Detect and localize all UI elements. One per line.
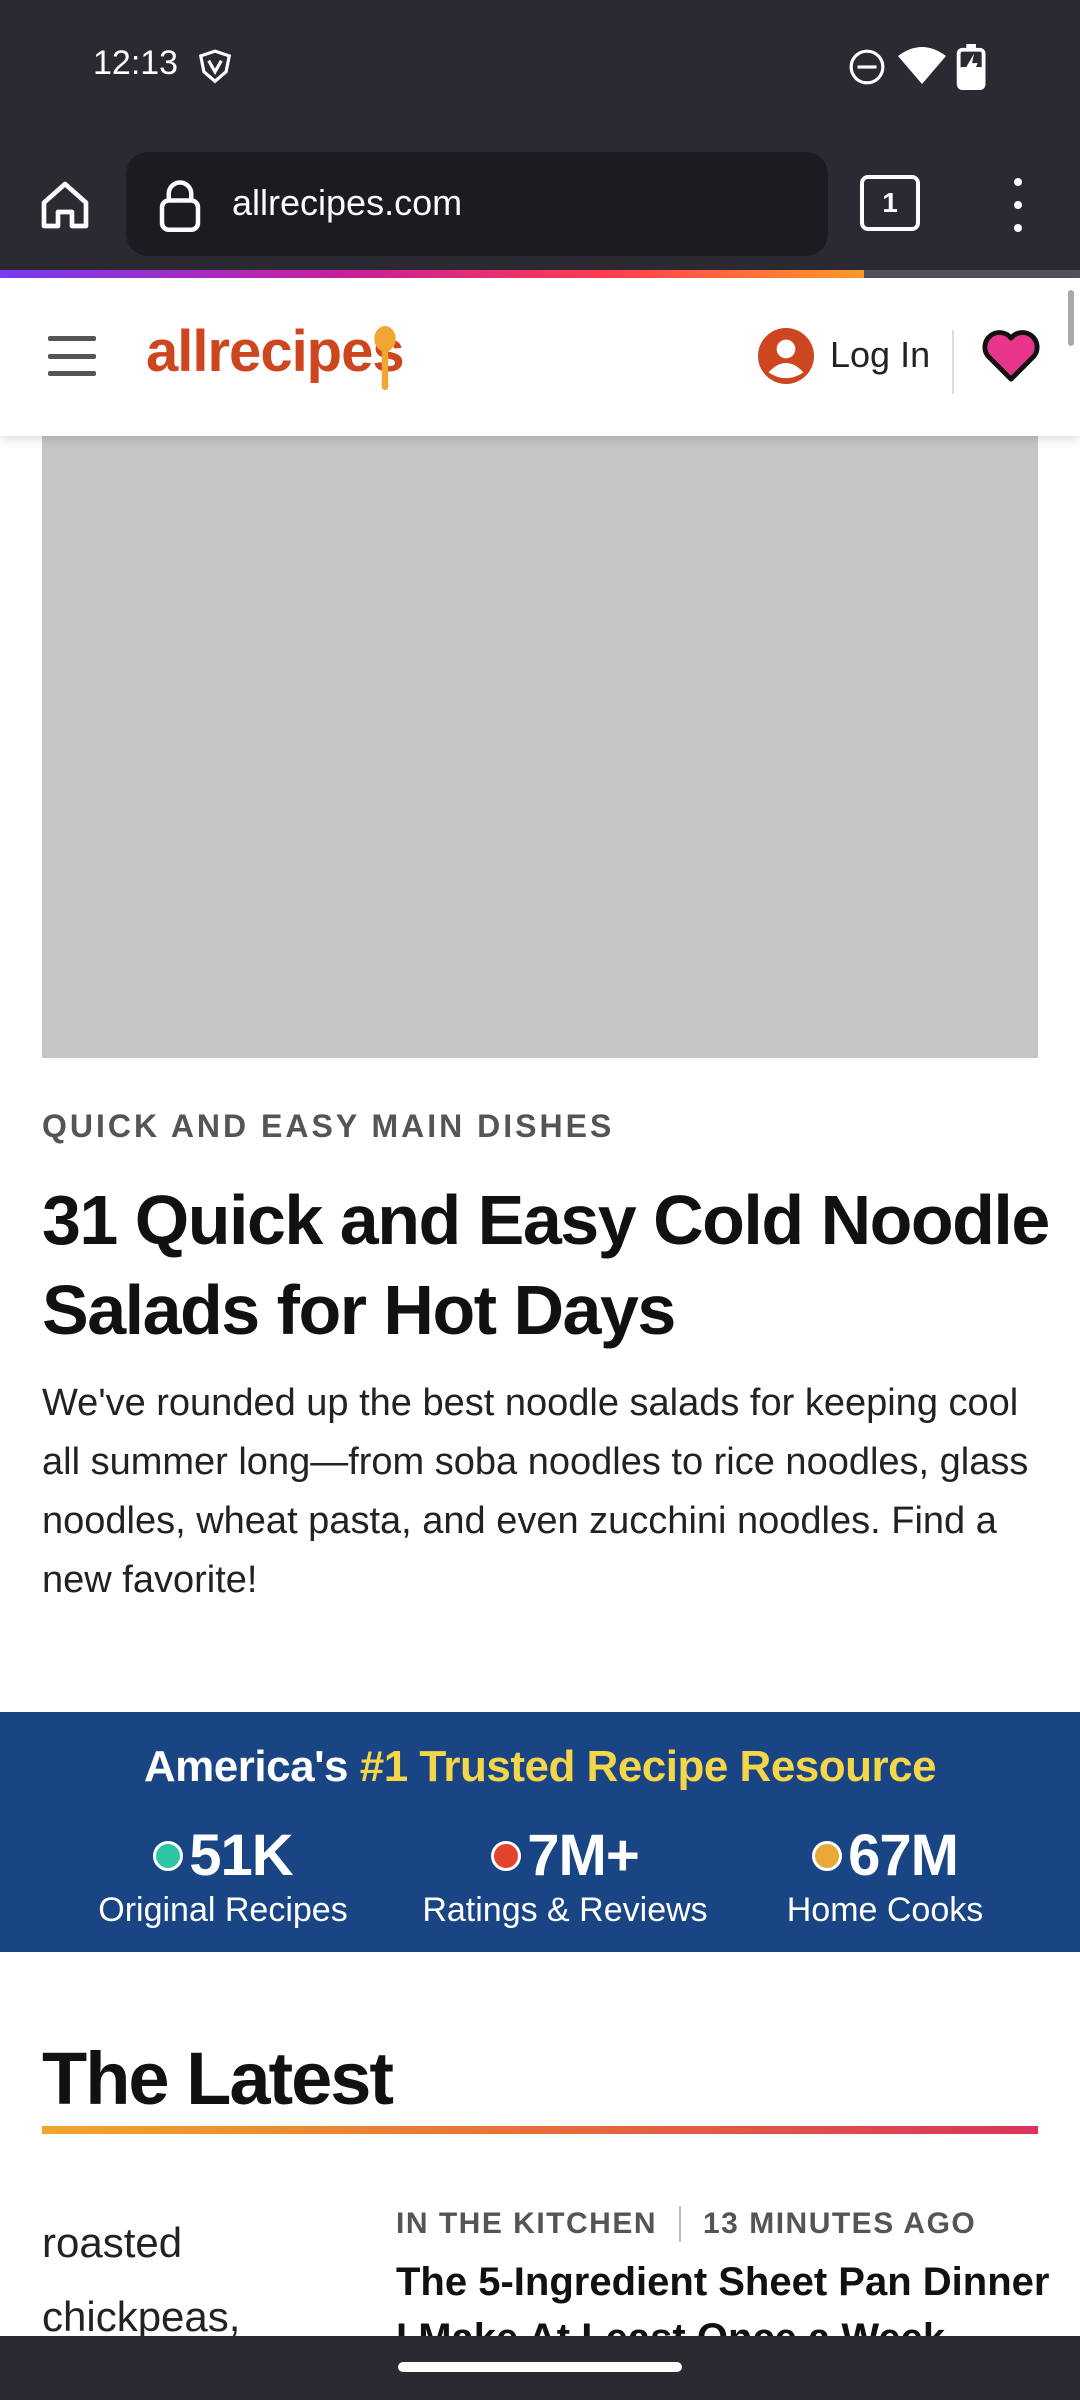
stat-label: Home Cooks [786, 1891, 984, 1929]
stat-value: 7M+ [527, 1823, 639, 1888]
vpn-icon [198, 49, 232, 84]
hero-image-placeholder [42, 436, 1038, 1058]
spoon-icon [374, 326, 396, 390]
stat-original-recipes: 51K Original Recipes [60, 1822, 386, 1930]
menu-dot [1014, 224, 1022, 232]
home-icon [41, 181, 89, 229]
stat-label: Ratings & Reviews [422, 1891, 708, 1929]
stat-label: Original Recipes [98, 1891, 348, 1929]
latest-section-rule [42, 2126, 1038, 2134]
tabs-button[interactable]: 1 [860, 175, 920, 231]
browser-toolbar: allrecipes.com 1 [0, 140, 1080, 278]
scroll-indicator [1068, 290, 1074, 346]
user-avatar-icon[interactable] [758, 328, 814, 384]
trust-banner-title: America's #1 Trusted Recipe Resource [0, 1742, 1080, 1792]
hamburger-line [48, 336, 96, 341]
home-button[interactable] [30, 170, 100, 240]
site-logo[interactable]: allrecipes [146, 318, 405, 385]
menu-dot [1014, 201, 1022, 209]
lock-icon [159, 180, 201, 232]
card-excerpt: roasted chickpeas, [42, 2219, 241, 2340]
card-meta: IN THE KITCHEN 13 MINUTES AGO [396, 2206, 976, 2242]
login-link[interactable]: Log In [830, 334, 930, 376]
page-load-progress [0, 270, 1080, 278]
article-category-link[interactable]: QUICK AND EASY MAIN DISHES [42, 1108, 614, 1145]
article-title: 31 Quick and Easy Cold Noodle Salads for… [42, 1181, 1050, 1349]
header-divider [952, 330, 954, 394]
hamburger-line [48, 371, 96, 376]
do-not-disturb-icon [849, 49, 885, 85]
trust-title-plain: America's [143, 1742, 349, 1791]
progress-fill [0, 270, 864, 278]
url-text[interactable]: allrecipes.com [232, 182, 462, 224]
address-bar[interactable]: allrecipes.com [126, 152, 828, 256]
tab-count: 1 [860, 175, 920, 231]
menu-dot [1014, 178, 1022, 186]
card-category[interactable]: IN THE KITCHEN [396, 2207, 657, 2241]
gesture-nav-bar [0, 2336, 1080, 2400]
status-bar: 12:13 [0, 0, 1080, 140]
meta-separator [679, 2206, 681, 2242]
battery-charging-icon [956, 44, 986, 90]
card-time-ago: 13 MINUTES AGO [703, 2207, 977, 2240]
hamburger-line [48, 353, 96, 359]
stat-ratings-reviews: 7M+ Ratings & Reviews [410, 1822, 720, 1930]
hamburger-menu-button[interactable] [48, 336, 96, 376]
stat-value: 67M [848, 1823, 959, 1888]
favorites-heart-icon[interactable] [982, 326, 1040, 384]
stat-value: 51K [189, 1823, 293, 1888]
wifi-icon [898, 47, 946, 84]
stat-dot-red [491, 1840, 522, 1871]
trust-banner: America's #1 Trusted Recipe Resource 51K… [0, 1712, 1080, 1952]
stat-dot-yellow [812, 1840, 843, 1871]
stat-home-cooks: 67M Home Cooks [760, 1822, 1010, 1930]
latest-section-heading: The Latest [42, 2037, 394, 2120]
stat-dot-teal [153, 1840, 184, 1871]
site-header: allrecipes Log In [0, 278, 1080, 436]
home-gesture-handle[interactable] [398, 2362, 682, 2372]
trust-title-highlight: #1 Trusted Recipe Resource [359, 1742, 937, 1791]
status-time: 12:13 [93, 44, 179, 82]
article-intro: We've rounded up the best noodle salads … [42, 1382, 1029, 1601]
browser-menu-button[interactable] [1000, 170, 1036, 240]
